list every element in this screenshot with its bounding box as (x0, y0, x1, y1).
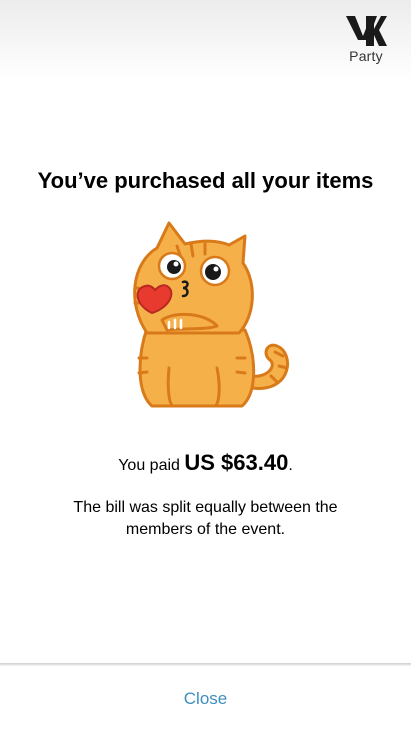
brand: Party (341, 14, 391, 64)
brand-label: Party (349, 48, 383, 64)
paid-amount: US $63.40 (184, 450, 289, 475)
purchase-complete-screen: Party You’ve purchased all your items Yo… (0, 0, 411, 731)
close-button[interactable]: Close (0, 666, 411, 731)
payment-summary: You paid US $63.40. (0, 450, 411, 476)
vk-logo-icon (346, 16, 387, 46)
paid-suffix: . (288, 457, 293, 474)
bill-split-note: The bill was split equally between the m… (73, 499, 338, 538)
cat-blowing-kiss-sticker (133, 221, 289, 408)
page-title: You’ve purchased all your items (37, 168, 374, 193)
paid-prefix: You paid (118, 457, 185, 474)
